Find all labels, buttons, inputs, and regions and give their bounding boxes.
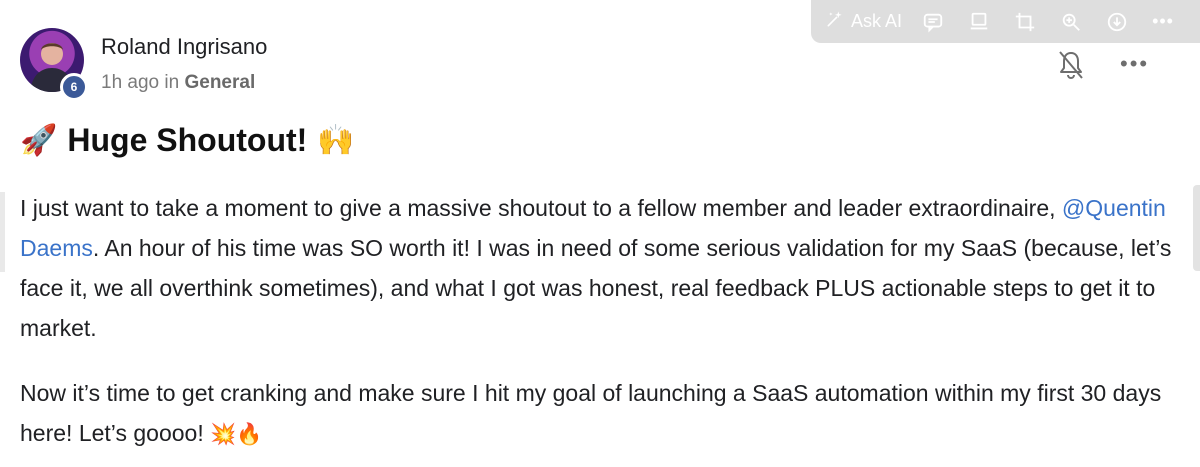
raised-hands-icon: 🙌 [317, 123, 355, 158]
post-meta: 1h ago in General [101, 72, 255, 94]
scrollbar-thumb[interactable] [1193, 185, 1200, 271]
paragraph-text: . An hour of his time was SO worth it! I… [20, 235, 1172, 341]
collision-fire-icon: 💥🔥 [210, 422, 263, 446]
ask-ai-icon [825, 9, 845, 34]
ask-ai-button[interactable]: Ask AI [825, 0, 902, 43]
post-in-text: in [164, 72, 180, 93]
floating-toolbar: Ask AI ••• [811, 0, 1200, 43]
post-title-text: Huge Shoutout! [67, 122, 308, 158]
post-time: 1h ago [101, 72, 160, 93]
crop-icon[interactable] [1014, 0, 1036, 43]
post-paragraph: I just want to take a moment to give a m… [20, 188, 1180, 348]
post-body: I just want to take a moment to give a m… [20, 188, 1180, 454]
ask-ai-label: Ask AI [851, 11, 903, 31]
rocket-icon: 🚀 [20, 123, 58, 158]
level-badge: 6 [60, 73, 88, 101]
author-avatar-container[interactable]: 6 [20, 28, 88, 101]
author-name[interactable]: Roland Ingrisano [101, 34, 267, 60]
board-icon[interactable] [968, 0, 990, 43]
notification-bell-icon[interactable] [1057, 49, 1085, 81]
post-view: Ask AI ••• 6 Roland Ingrisano 1h ago in … [0, 0, 1200, 467]
paragraph-text: Now it’s time to get cranking and make s… [20, 380, 1162, 446]
post-more-options-icon[interactable]: ••• [1120, 52, 1149, 76]
paragraph-text: I just want to take a moment to give a m… [20, 195, 1062, 221]
zoom-icon[interactable] [1060, 0, 1082, 43]
comment-icon[interactable] [922, 0, 944, 43]
post-category[interactable]: General [184, 72, 255, 93]
post-title: 🚀 Huge Shoutout! 🙌 [20, 122, 355, 159]
post-paragraph: Now it’s time to get cranking and make s… [20, 373, 1180, 454]
download-icon[interactable] [1106, 0, 1128, 43]
scroll-edge-left [0, 192, 5, 272]
more-icon[interactable]: ••• [1152, 0, 1174, 43]
